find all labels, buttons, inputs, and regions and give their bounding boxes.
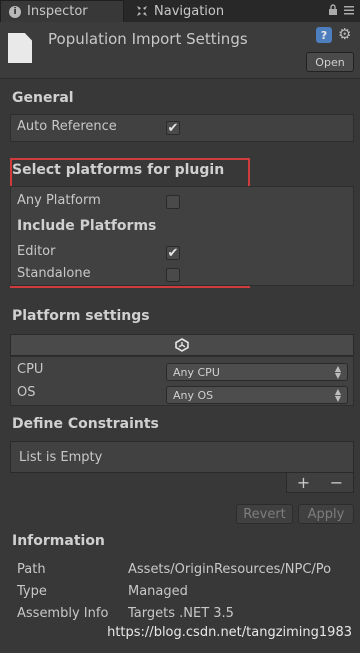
standalone-checkbox[interactable] (166, 268, 180, 282)
info-icon: i (9, 5, 21, 18)
apply-button[interactable]: Apply (298, 504, 354, 524)
general-heading: General (12, 90, 74, 106)
dropdown-arrows-icon: ▲ ▼ (334, 364, 341, 380)
auto-reference-checkbox[interactable]: ✔ (166, 121, 180, 135)
tab-navigation-label: Navigation (154, 3, 225, 19)
gear-icon[interactable]: ⚙ (338, 25, 351, 43)
path-value: Assets/OriginResources/NPC/Po (128, 562, 332, 577)
any-platform-checkbox[interactable] (166, 195, 180, 209)
list-empty-text: List is Empty (19, 449, 103, 465)
assembly-info-value: Targets .NET 3.5 (128, 606, 234, 621)
lock-icon[interactable] (328, 3, 338, 19)
os-dropdown[interactable]: Any OS ▲ ▼ (166, 386, 348, 404)
checkmark-icon: ✔ (167, 120, 179, 136)
unity-logo-icon (174, 337, 190, 353)
revert-button[interactable]: Revert (236, 504, 293, 524)
list-footer: + − (286, 473, 354, 493)
tab-navigation[interactable]: Navigation (128, 0, 258, 22)
cpu-label: CPU (17, 362, 44, 377)
any-platform-label: Any Platform (17, 193, 101, 208)
navigation-icon (136, 5, 148, 17)
define-constraints-heading: Define Constraints (12, 416, 159, 432)
menu-icon[interactable] (344, 5, 354, 18)
remove-icon[interactable]: − (330, 473, 343, 492)
constraints-list: List is Empty (10, 441, 354, 473)
standalone-label: Standalone (17, 266, 91, 281)
information-heading: Information (12, 533, 105, 549)
watermark: https://blog.csdn.net/tangziming1983 (107, 625, 352, 640)
type-value: Managed (128, 584, 188, 599)
add-icon[interactable]: + (297, 473, 310, 492)
tab-inspector-label: Inspector (27, 4, 88, 19)
dropdown-arrows-icon: ▲ ▼ (334, 387, 341, 403)
cpu-dropdown-value: Any CPU (173, 365, 220, 379)
os-dropdown-value: Any OS (173, 388, 214, 402)
file-icon (8, 33, 32, 63)
tab-inspector[interactable]: i Inspector (0, 0, 124, 22)
cpu-dropdown[interactable]: Any CPU ▲ ▼ (166, 363, 348, 381)
include-platforms-heading: Include Platforms (17, 218, 157, 234)
editor-label: Editor (17, 244, 56, 259)
select-platforms-heading: Select platforms for plugin (12, 162, 225, 178)
type-label: Type (17, 584, 47, 599)
asset-title: Population Import Settings (48, 30, 248, 48)
checkmark-icon: ✔ (167, 245, 179, 261)
platform-tab-bar[interactable] (10, 334, 354, 356)
platform-settings-heading: Platform settings (12, 308, 150, 324)
os-label: OS (17, 385, 36, 400)
help-icon[interactable]: ? (316, 27, 332, 43)
path-label: Path (17, 562, 46, 577)
assembly-info-label: Assembly Info (17, 606, 109, 621)
open-button[interactable]: Open (306, 52, 354, 72)
tab-controls (328, 0, 354, 22)
auto-reference-label: Auto Reference (17, 119, 117, 134)
editor-checkbox[interactable]: ✔ (166, 246, 180, 260)
